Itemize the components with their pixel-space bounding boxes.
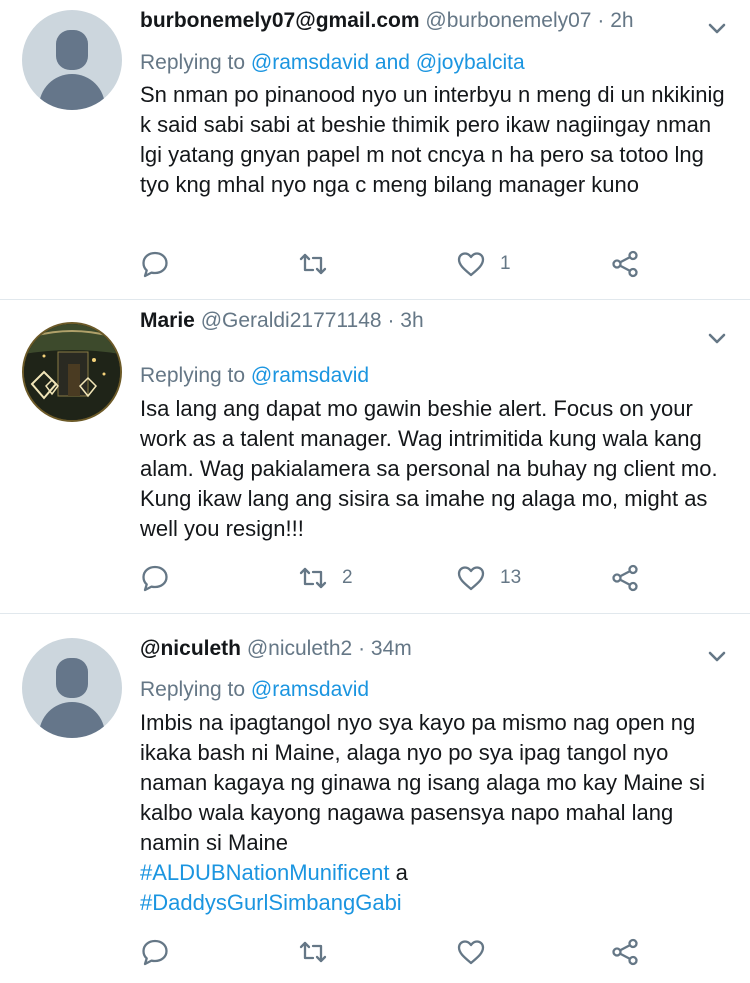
chevron-down-icon[interactable] xyxy=(708,20,726,38)
hashtag-joiner: a xyxy=(395,860,408,885)
retweet-button[interactable] xyxy=(298,932,342,972)
timestamp[interactable]: 3h xyxy=(400,309,423,332)
like-count: 1 xyxy=(500,253,511,274)
like-button[interactable] xyxy=(456,932,500,972)
display-name[interactable]: @niculeth xyxy=(140,637,241,660)
tweet-text: Isa lang ang dapat mo gawin beshie alert… xyxy=(140,396,718,541)
profile-photo-image xyxy=(24,324,120,420)
default-avatar-body xyxy=(39,702,105,738)
like-button[interactable]: 1 xyxy=(456,244,511,284)
replying-to: Replying to @ramsdavid xyxy=(140,361,369,391)
replying-to-mentions[interactable]: @ramsdavid xyxy=(251,364,369,387)
tweet-header: burbonemely07@gmail.com @burbonemely07 ·… xyxy=(140,6,634,36)
timestamp[interactable]: 2h xyxy=(610,9,633,32)
default-avatar-head xyxy=(56,30,88,70)
replying-to-mentions[interactable]: @ramsdavid and @joybalcita xyxy=(251,51,525,74)
replying-to-label: Replying to xyxy=(140,364,246,387)
share-button[interactable] xyxy=(610,558,640,598)
tweet-header: Marie @Geraldi21771148 · 3h xyxy=(140,306,424,336)
hashtag-link[interactable]: #ALDUBNationMunificent xyxy=(140,860,389,885)
retweet-count: 2 xyxy=(342,567,353,588)
chevron-down-icon[interactable] xyxy=(708,648,726,666)
display-name[interactable]: burbonemely07@gmail.com xyxy=(140,9,420,32)
replying-to-mentions[interactable]: @ramsdavid xyxy=(251,678,369,701)
tweet[interactable]: burbonemely07@gmail.com @burbonemely07 ·… xyxy=(0,0,750,300)
tweet-text-body: Imbis na ipagtangol nyo sya kayo pa mism… xyxy=(140,710,706,855)
avatar[interactable] xyxy=(22,10,122,110)
chevron-down-icon[interactable] xyxy=(708,330,726,348)
share-button[interactable] xyxy=(610,244,640,284)
reply-icon xyxy=(142,565,168,592)
tweet[interactable]: Marie @Geraldi21771148 · 3h Replying to … xyxy=(0,300,750,614)
display-name[interactable]: Marie xyxy=(140,309,195,332)
replying-to-label: Replying to xyxy=(140,678,246,701)
like-button[interactable]: 13 xyxy=(456,558,521,598)
retweet-icon xyxy=(299,941,327,963)
user-handle[interactable]: @burbonemely07 xyxy=(425,9,591,32)
tweet-text: Imbis na ipagtangol nyo sya kayo pa mism… xyxy=(140,708,735,918)
share-icon xyxy=(612,250,638,278)
timestamp[interactable]: 34m xyxy=(371,637,412,660)
heart-icon xyxy=(457,252,485,277)
tweet-text: Sn nman po pinanood nyo un interbyu n me… xyxy=(140,82,725,197)
user-handle[interactable]: @niculeth2 xyxy=(247,637,352,660)
default-avatar-head xyxy=(56,658,88,698)
separator-dot: · xyxy=(387,309,395,332)
default-avatar-body xyxy=(39,74,105,110)
retweet-icon xyxy=(299,567,327,589)
retweet-button[interactable] xyxy=(298,244,342,284)
reply-icon xyxy=(142,251,168,278)
tweet-actions xyxy=(0,932,750,972)
reply-button[interactable] xyxy=(140,558,184,598)
retweet-icon xyxy=(299,253,327,275)
reply-button[interactable] xyxy=(140,244,184,284)
avatar[interactable] xyxy=(22,322,122,422)
replying-to-label: Replying to xyxy=(140,51,246,74)
user-handle[interactable]: @Geraldi21771148 xyxy=(201,309,382,332)
reply-button[interactable] xyxy=(140,932,184,972)
tweet-actions: 2 13 xyxy=(0,558,750,598)
retweet-button[interactable]: 2 xyxy=(298,558,353,598)
heart-icon xyxy=(457,566,485,591)
avatar[interactable] xyxy=(22,638,122,738)
tweet[interactable]: @niculeth @niculeth2 · 34m Replying to @… xyxy=(0,614,750,983)
share-icon xyxy=(612,938,638,966)
share-icon xyxy=(612,564,638,592)
separator-dot: · xyxy=(358,637,366,660)
replying-to: Replying to @ramsdavid xyxy=(140,675,369,705)
replying-to: Replying to @ramsdavid and @joybalcita xyxy=(140,48,525,78)
heart-icon xyxy=(457,940,485,965)
share-button[interactable] xyxy=(610,932,640,972)
tweet-header: @niculeth @niculeth2 · 34m xyxy=(140,634,412,664)
reply-icon xyxy=(142,939,168,966)
hashtag-link[interactable]: #DaddysGurlSimbangGabi xyxy=(140,890,402,915)
separator-dot: · xyxy=(597,9,605,32)
tweet-actions: 1 xyxy=(0,244,750,284)
like-count: 13 xyxy=(500,567,522,588)
